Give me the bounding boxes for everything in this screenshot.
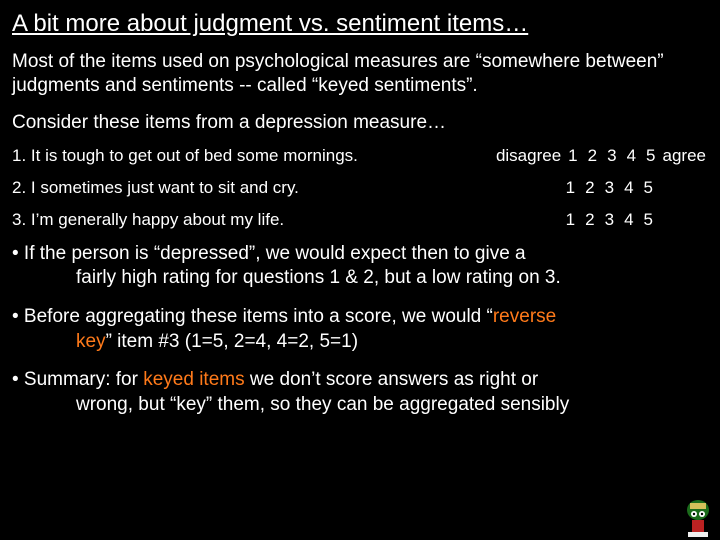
highlight-key: key (76, 331, 106, 352)
bullet-2-line2: key” item #3 (1=5, 2=4, 4=2, 5=1) (12, 330, 708, 355)
item-3-scale: 12345 (561, 210, 708, 230)
scale-4: 4 (627, 146, 636, 165)
item-3-text: 3. I’m generally happy about my life. (12, 210, 284, 230)
scale-2: 2 (585, 178, 594, 197)
item-1-text: 1. It is tough to get out of bed some mo… (12, 146, 358, 166)
highlight-reverse: reverse (493, 306, 556, 327)
bullet-2: • Before aggregating these items into a … (12, 305, 708, 354)
cartoon-icon (680, 496, 716, 538)
scale-3: 3 (605, 178, 614, 197)
item-row-1: 1. It is tough to get out of bed some mo… (12, 146, 708, 166)
scale-5: 5 (644, 178, 653, 197)
scale-4: 4 (624, 178, 633, 197)
item-2-text: 2. I sometimes just want to sit and cry. (12, 178, 299, 198)
scale-1: 1 (566, 178, 575, 197)
scale-4: 4 (624, 210, 633, 229)
bullet-1: • If the person is “depressed”, we would… (12, 242, 708, 291)
scale-1: 1 (568, 146, 577, 165)
slide: A bit more about judgment vs. sentiment … (0, 0, 720, 540)
scale-5: 5 (646, 146, 655, 165)
bullet-1-line1: • If the person is “depressed”, we would… (12, 242, 708, 267)
bullet-3-line1: • Summary: for keyed items we don’t scor… (12, 368, 708, 393)
bullet-1-line2: fairly high rating for questions 1 & 2, … (12, 266, 708, 291)
item-1-scale: disagree 12345 agree (494, 146, 708, 166)
scale-2: 2 (588, 146, 597, 165)
item-row-2: 2. I sometimes just want to sit and cry.… (12, 178, 708, 198)
slide-title: A bit more about judgment vs. sentiment … (12, 10, 708, 38)
item-2-scale: 12345 (561, 178, 708, 198)
scale-1: 1 (566, 210, 575, 229)
scale-low-label: disagree (496, 146, 561, 165)
item-row-3: 3. I’m generally happy about my life. 12… (12, 210, 708, 230)
intro-paragraph: Most of the items used on psychological … (12, 50, 708, 98)
scale-3: 3 (605, 210, 614, 229)
scale-2: 2 (585, 210, 594, 229)
scale-3: 3 (607, 146, 616, 165)
subheading: Consider these items from a depression m… (12, 112, 708, 134)
bullet-3-line2: wrong, but “key” them, so they can be ag… (12, 393, 708, 418)
highlight-keyed-items: keyed items (143, 369, 244, 390)
bullet-2-line1: • Before aggregating these items into a … (12, 305, 708, 330)
bullet-3: • Summary: for keyed items we don’t scor… (12, 368, 708, 417)
scale-5: 5 (644, 210, 653, 229)
scale-high-label: agree (663, 146, 706, 165)
